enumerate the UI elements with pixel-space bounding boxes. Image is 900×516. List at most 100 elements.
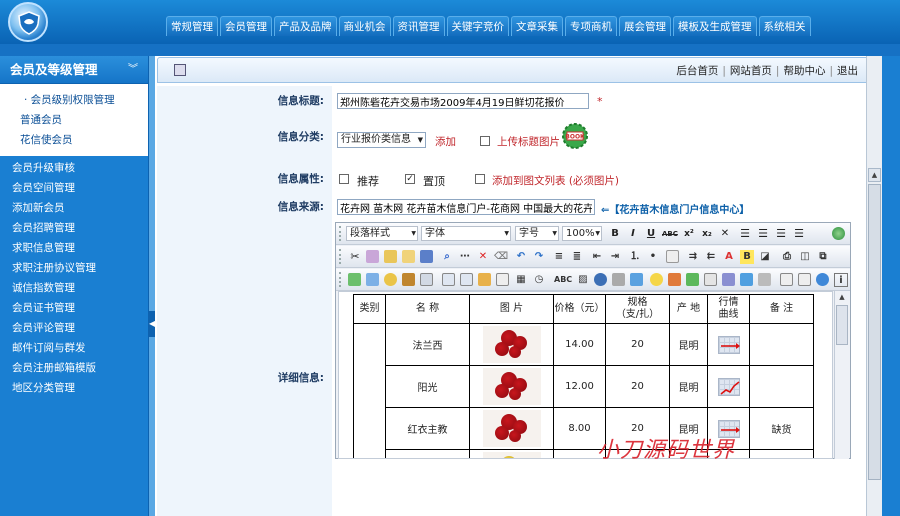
globe-icon[interactable] bbox=[832, 227, 845, 240]
sidebar-item-flower-member[interactable]: 花信使会员 bbox=[0, 130, 148, 150]
nav-tab[interactable]: 会员管理 bbox=[220, 16, 272, 36]
sidebar-item[interactable]: 会员注册邮箱模版 bbox=[0, 358, 148, 378]
zoom-select[interactable]: 100% bbox=[562, 226, 602, 241]
paste-word-icon[interactable] bbox=[420, 250, 433, 263]
sidebar-item[interactable]: 诚信指数管理 bbox=[0, 278, 148, 298]
table-icon[interactable] bbox=[666, 250, 679, 263]
link-admin-home[interactable]: 后台首页 bbox=[676, 65, 718, 77]
sidebar-item[interactable]: 会员升级审核 bbox=[0, 158, 148, 178]
nav-tab[interactable]: 产品及品牌 bbox=[274, 16, 337, 36]
unordered-list-icon[interactable]: ≣ bbox=[570, 250, 584, 264]
insert-abc-icon[interactable]: ABC bbox=[554, 273, 572, 287]
source-code-icon[interactable]: ⧉ bbox=[816, 250, 830, 264]
nav-tab[interactable]: 常规管理 bbox=[166, 16, 218, 36]
editor-content[interactable]: 类别 名 称 图 片 价格（元） 规格 （支/扎） 产 地 行情 曲线 备 注 … bbox=[338, 291, 833, 459]
recommend-checkbox[interactable] bbox=[339, 174, 349, 184]
nav-tab[interactable]: 文章采集 bbox=[511, 16, 563, 36]
nav-tab[interactable]: 资讯管理 bbox=[392, 16, 445, 36]
bold-icon[interactable]: B bbox=[608, 227, 622, 241]
paragraph-style-select[interactable]: 段落样式 bbox=[346, 226, 418, 241]
subscript-icon[interactable]: x₂ bbox=[700, 227, 714, 241]
nav-tab[interactable]: 商业机会 bbox=[338, 16, 391, 36]
insert-textarea-icon[interactable] bbox=[460, 273, 473, 286]
sidebar-item[interactable]: 邮件订阅与群发 bbox=[0, 338, 148, 358]
maximize-icon[interactable] bbox=[798, 273, 811, 286]
trend-up-icon[interactable] bbox=[717, 377, 740, 396]
insert-special-icon[interactable] bbox=[478, 273, 491, 286]
link-logout[interactable]: 退出 bbox=[837, 65, 858, 77]
sidebar-item-member-level[interactable]: · 会员级别权限管理 bbox=[0, 90, 148, 110]
bg-color-icon[interactable]: B bbox=[740, 250, 754, 264]
nav-tab[interactable]: 关键字竞价 bbox=[446, 16, 509, 36]
collapse-icon[interactable]: ︾ bbox=[128, 56, 138, 84]
align-right-icon[interactable]: ☰ bbox=[774, 227, 788, 241]
category-select[interactable]: 行业报价类信息 bbox=[337, 132, 426, 148]
image-list-label[interactable]: 添加到图文列表 (必须图片) bbox=[492, 173, 619, 188]
select-all-icon[interactable]: ⋯ bbox=[458, 250, 472, 264]
source-hint[interactable]: ⇐【花卉苗木信息门户信息中心】 bbox=[601, 201, 749, 216]
sidebar-item[interactable]: 地区分类管理 bbox=[0, 378, 148, 398]
indent-more-icon[interactable]: ⇉ bbox=[686, 250, 700, 264]
editor-scroll-thumb[interactable] bbox=[836, 305, 848, 345]
sidebar-item[interactable]: 求职注册协议管理 bbox=[0, 258, 148, 278]
paste-text-icon[interactable] bbox=[402, 250, 415, 263]
category-add-link[interactable]: 添加 bbox=[435, 134, 456, 149]
strikethrough-icon[interactable]: ABC bbox=[662, 227, 678, 241]
copy-icon[interactable] bbox=[366, 250, 379, 263]
source-input[interactable] bbox=[337, 199, 595, 215]
preview-icon[interactable]: ◫ bbox=[798, 250, 812, 264]
scroll-thumb[interactable] bbox=[868, 184, 881, 480]
indent-less-icon[interactable]: ⇇ bbox=[704, 250, 718, 264]
redo-icon[interactable]: ↷ bbox=[532, 250, 546, 264]
sidebar-item[interactable]: 会员招聘管理 bbox=[0, 218, 148, 238]
underline-icon[interactable]: U bbox=[644, 227, 658, 241]
nav-tab[interactable]: 系统相关 bbox=[758, 16, 811, 36]
line-icon[interactable]: ◪ bbox=[758, 250, 772, 264]
fullscreen-icon[interactable] bbox=[780, 273, 793, 286]
sidebar-item-normal-member[interactable]: 普通会员 bbox=[0, 110, 148, 130]
editor-scroll-up-icon[interactable]: ▲ bbox=[836, 291, 848, 303]
remove-link-icon[interactable] bbox=[612, 273, 625, 286]
align-center-icon[interactable]: ☰ bbox=[756, 227, 770, 241]
anchor-icon[interactable] bbox=[630, 273, 643, 286]
link-help[interactable]: 帮助中心 bbox=[783, 65, 825, 77]
paste-icon[interactable] bbox=[384, 250, 397, 263]
scroll-up-icon[interactable]: ▲ bbox=[868, 168, 881, 182]
insert-link-icon[interactable] bbox=[594, 273, 607, 286]
cut-icon[interactable]: ✂ bbox=[348, 250, 362, 264]
ordered-list-icon[interactable]: ≡ bbox=[552, 250, 566, 264]
page-scrollbar[interactable]: ▲ bbox=[866, 56, 882, 516]
upload-image-checkbox[interactable] bbox=[480, 136, 490, 146]
sidebar-item[interactable]: 求职信息管理 bbox=[0, 238, 148, 258]
text-color-icon[interactable]: A bbox=[722, 250, 736, 264]
outdent-icon[interactable]: ⇤ bbox=[590, 250, 604, 264]
sidebar-item[interactable]: 添加新会员 bbox=[0, 198, 148, 218]
align-justify-icon[interactable]: ☰ bbox=[792, 227, 806, 241]
sidebar-title[interactable]: 会员及等级管理 ︾ bbox=[0, 56, 148, 84]
sidebar-item[interactable]: 会员空间管理 bbox=[0, 178, 148, 198]
insert-form-icon[interactable] bbox=[420, 273, 433, 286]
insert-gallery-icon[interactable] bbox=[668, 273, 681, 286]
font-select[interactable]: 字体 bbox=[421, 226, 511, 241]
link-site-home[interactable]: 网站首页 bbox=[730, 65, 772, 77]
italic-icon[interactable]: I bbox=[626, 227, 640, 241]
insert-time-icon[interactable]: ◷ bbox=[532, 273, 546, 287]
sidebar-item[interactable]: 会员评论管理 bbox=[0, 318, 148, 338]
insert-file-icon[interactable] bbox=[402, 273, 415, 286]
insert-page-icon[interactable] bbox=[704, 273, 717, 286]
numbered-list-icon[interactable]: ⒈ bbox=[628, 250, 642, 264]
font-size-select[interactable]: 字号 bbox=[515, 226, 559, 241]
insert-media-icon[interactable] bbox=[384, 273, 397, 286]
info-icon[interactable]: i bbox=[834, 273, 848, 287]
editor-scrollbar[interactable]: ▲ bbox=[834, 291, 849, 459]
nav-tab[interactable]: 展会管理 bbox=[619, 16, 671, 36]
insert-special-char-icon[interactable]: ▨ bbox=[576, 273, 590, 287]
sidebar-item[interactable]: 会员证书管理 bbox=[0, 298, 148, 318]
superscript-icon[interactable]: x² bbox=[682, 227, 696, 241]
find-icon[interactable]: ⌕ bbox=[440, 250, 454, 264]
indent-icon[interactable]: ⇥ bbox=[608, 250, 622, 264]
insert-line-icon[interactable] bbox=[496, 273, 509, 286]
insert-textbox-icon[interactable] bbox=[442, 273, 455, 286]
insert-date-icon[interactable]: ▦ bbox=[514, 273, 528, 287]
upload-image-link[interactable]: 上传标题图片 bbox=[497, 134, 560, 149]
